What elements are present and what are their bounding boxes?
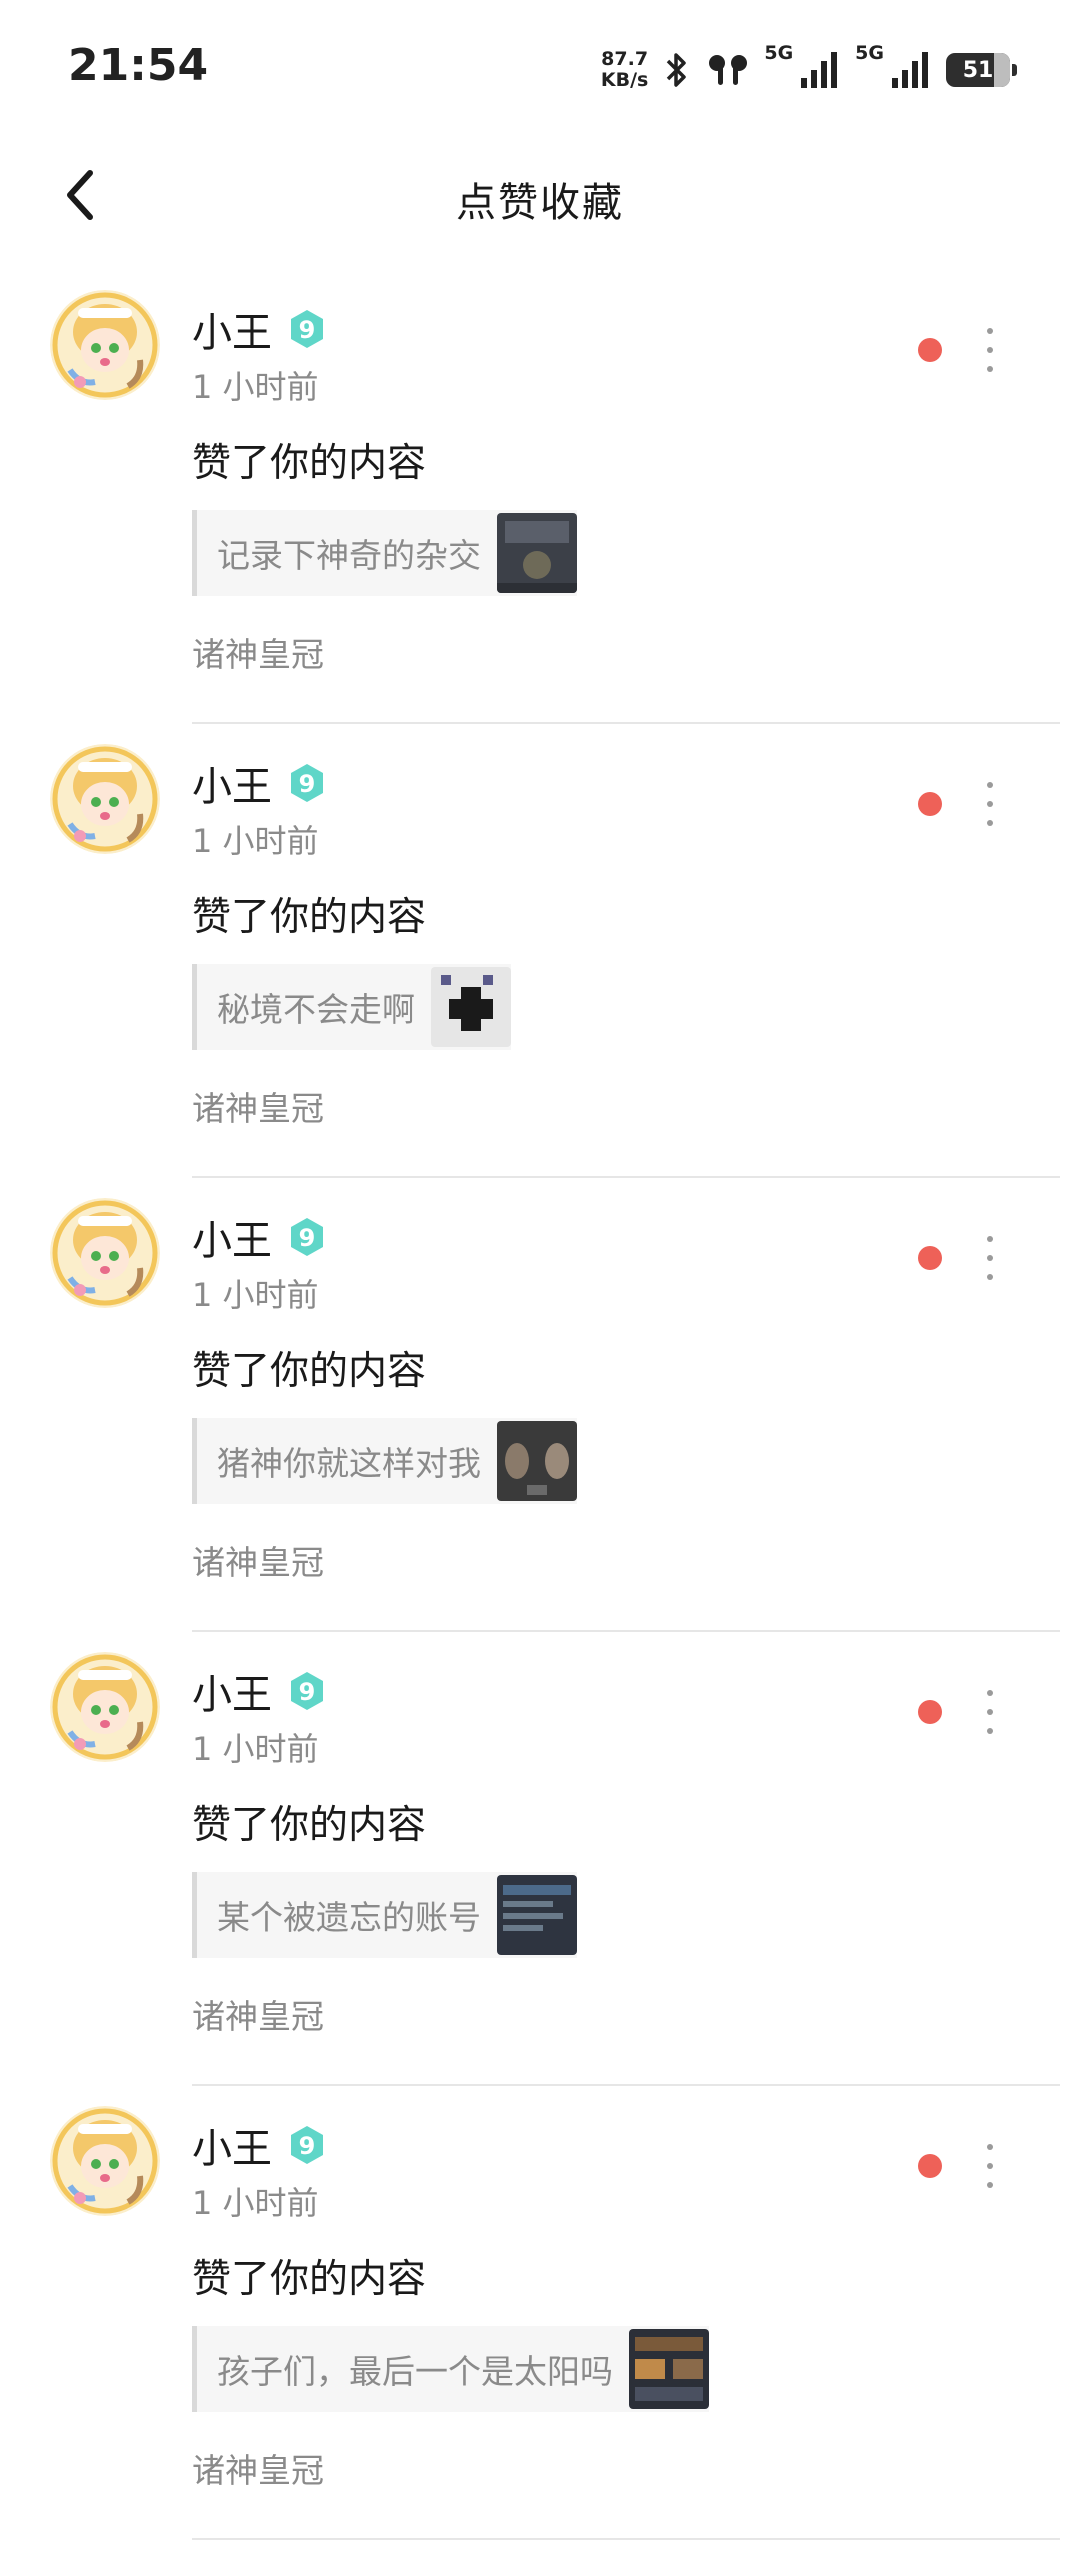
status-bar: 21:54 87.7 KB/s 5G 5G 51 (0, 0, 1080, 130)
action-text: 赞了你的内容 (192, 1803, 427, 1848)
post-thumbnail (431, 967, 511, 1047)
more-options-button[interactable] (975, 1690, 1005, 1734)
quoted-post[interactable]: 孩子们，最后一个是太阳吗 (192, 2326, 709, 2412)
divider (192, 2538, 1060, 2540)
username-row: 小王 9 (192, 300, 328, 358)
time-ago: 1 小时前 (192, 368, 319, 406)
notification-item[interactable]: 小王 9 1 小时前 赞了你的内容 某个被遗忘的账号 诸神皇冠 (0, 1632, 1080, 2086)
more-dots-icon (987, 1690, 993, 1696)
username-row: 小王 9 (192, 2116, 328, 2174)
network-speed-unit: KB/s (600, 69, 649, 91)
game-tag[interactable]: 诸神皇冠 (192, 1082, 324, 1130)
level-badge: 9 (286, 2124, 328, 2166)
username-row: 小王 9 (192, 754, 328, 812)
time-ago: 1 小时前 (192, 822, 319, 860)
username[interactable]: 小王 (192, 1208, 272, 1266)
username[interactable]: 小王 (192, 2116, 272, 2174)
svg-text:9: 9 (299, 316, 316, 344)
quoted-post-title: 某个被遗忘的账号 (217, 1898, 481, 1937)
more-dots-icon (987, 328, 993, 334)
more-options-button[interactable] (975, 782, 1005, 826)
bluetooth-icon (662, 50, 692, 90)
game-tag[interactable]: 诸神皇冠 (192, 628, 324, 676)
network-speed: 87.7 KB/s (601, 49, 648, 91)
svg-text:9: 9 (299, 2132, 316, 2160)
battery-level: 51 (962, 57, 994, 83)
username[interactable]: 小王 (192, 300, 272, 358)
post-thumbnail (497, 513, 577, 593)
quoted-post[interactable]: 猪神你就这样对我 (192, 1418, 577, 1504)
quoted-post-title: 秘境不会走啊 (217, 990, 415, 1029)
quoted-post-title: 孩子们，最后一个是太阳吗 (217, 2352, 613, 2391)
svg-text:9: 9 (299, 1224, 316, 1252)
username-row: 小王 9 (192, 1662, 328, 1720)
quoted-post-title: 猪神你就这样对我 (217, 1444, 481, 1483)
unread-dot (918, 1246, 942, 1270)
level-badge: 9 (286, 762, 328, 804)
action-text: 赞了你的内容 (192, 895, 427, 940)
notification-item[interactable]: 小王 9 1 小时前 赞了你的内容 猪神你就这样对我 诸神皇冠 (0, 1178, 1080, 1632)
level-badge: 9 (286, 1216, 328, 1258)
notification-list: 小王 9 1 小时前 赞了你的内容 记录下神奇的杂交 诸神皇冠 小王 9 1 小… (0, 270, 1080, 2540)
more-options-button[interactable] (975, 1236, 1005, 1280)
more-dots-icon (987, 782, 993, 788)
signal-label: 5G (855, 42, 884, 64)
avatar[interactable] (50, 744, 160, 854)
header: 点赞收藏 (0, 140, 1080, 250)
action-text: 赞了你的内容 (192, 1349, 427, 1394)
post-thumbnail (497, 1421, 577, 1501)
unread-dot (918, 1700, 942, 1724)
username-row: 小王 9 (192, 1208, 328, 1266)
svg-text:9: 9 (299, 1678, 316, 1706)
game-tag[interactable]: 诸神皇冠 (192, 1990, 324, 2038)
status-icons: 87.7 KB/s 5G 5G 51 (601, 40, 1017, 100)
signal-group-2: 5G (855, 42, 932, 90)
post-thumbnail (497, 1875, 577, 1955)
avatar[interactable] (50, 2106, 160, 2216)
username[interactable]: 小王 (192, 1662, 272, 1720)
signal-group-1: 5G (764, 42, 841, 90)
battery-icon: 51 (946, 53, 1017, 87)
action-text: 赞了你的内容 (192, 441, 427, 486)
more-dots-icon (987, 1236, 993, 1242)
time-ago: 1 小时前 (192, 2184, 319, 2222)
network-speed-value: 87.7 (601, 48, 649, 70)
notification-item[interactable]: 小王 9 1 小时前 赞了你的内容 秘境不会走啊 诸神皇冠 (0, 724, 1080, 1178)
avatar[interactable] (50, 1198, 160, 1308)
signal-label: 5G (764, 42, 794, 64)
level-badge: 9 (286, 1670, 328, 1712)
earbuds-icon (706, 50, 750, 90)
notification-item[interactable]: 小王 9 1 小时前 赞了你的内容 孩子们，最后一个是太阳吗 诸神皇冠 (0, 2086, 1080, 2540)
notification-item[interactable]: 小王 9 1 小时前 赞了你的内容 记录下神奇的杂交 诸神皇冠 (0, 270, 1080, 724)
quoted-post[interactable]: 记录下神奇的杂交 (192, 510, 577, 596)
more-dots-icon (987, 2144, 993, 2150)
more-options-button[interactable] (975, 2144, 1005, 2188)
unread-dot (918, 2154, 942, 2178)
level-badge: 9 (286, 308, 328, 350)
quoted-post[interactable]: 秘境不会走啊 (192, 964, 511, 1050)
post-thumbnail (629, 2329, 709, 2409)
more-options-button[interactable] (975, 328, 1005, 372)
game-tag[interactable]: 诸神皇冠 (192, 2444, 324, 2492)
time-ago: 1 小时前 (192, 1276, 319, 1314)
time-ago: 1 小时前 (192, 1730, 319, 1768)
unread-dot (918, 338, 942, 362)
username[interactable]: 小王 (192, 754, 272, 812)
quoted-post[interactable]: 某个被遗忘的账号 (192, 1872, 577, 1958)
svg-text:9: 9 (299, 770, 316, 798)
unread-dot (918, 792, 942, 816)
quoted-post-title: 记录下神奇的杂交 (217, 536, 481, 575)
avatar[interactable] (50, 290, 160, 400)
signal-icon (892, 52, 928, 88)
page-title: 点赞收藏 (456, 180, 624, 226)
status-time: 21:54 (68, 40, 209, 91)
avatar[interactable] (50, 1652, 160, 1762)
action-text: 赞了你的内容 (192, 2257, 427, 2302)
signal-icon (801, 52, 838, 88)
game-tag[interactable]: 诸神皇冠 (192, 1536, 324, 1584)
